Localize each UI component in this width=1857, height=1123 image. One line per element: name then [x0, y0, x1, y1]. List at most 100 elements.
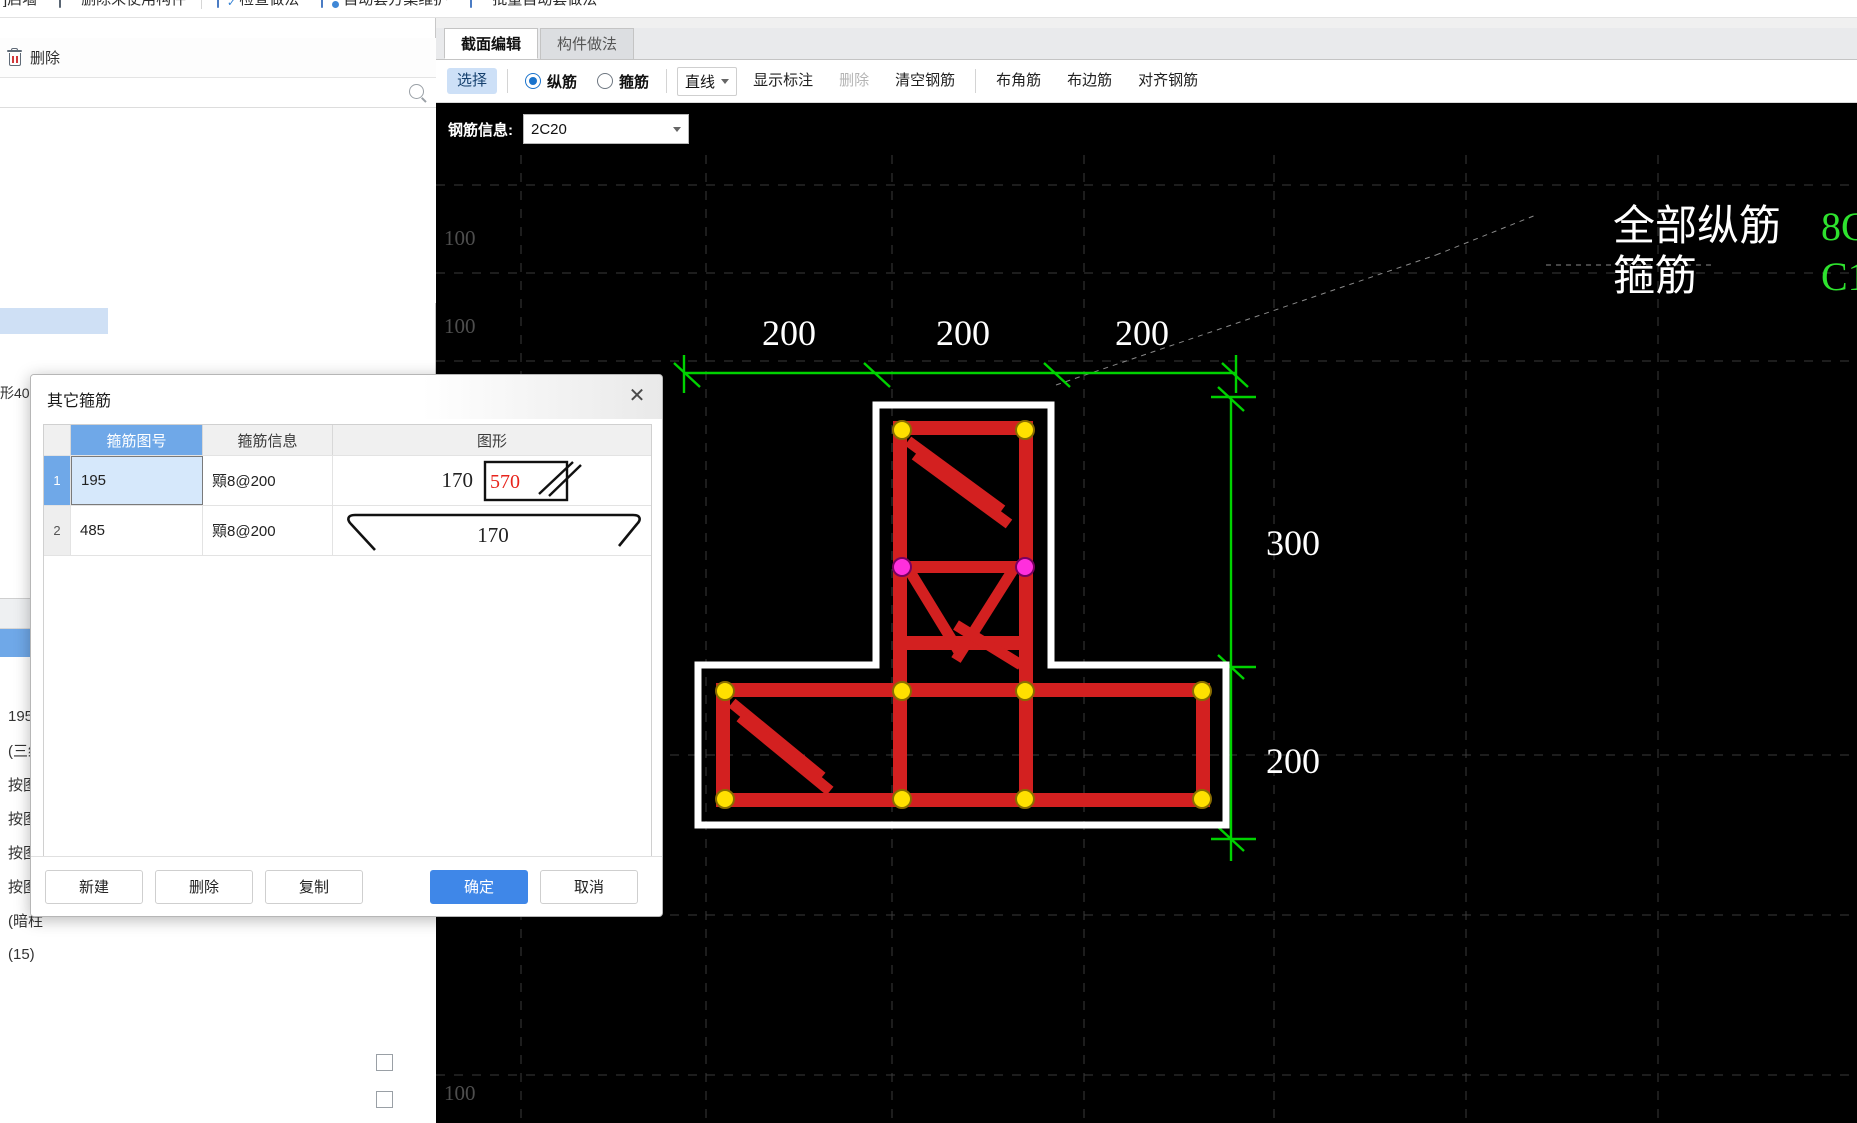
search-icon — [409, 84, 424, 99]
radio-label: 纵筋 — [547, 73, 578, 91]
column-header-stirrup-number[interactable]: 箍筋图号 — [71, 425, 203, 455]
app-root: ]启墙 删除未使用构件 ✓ 检查做法 自动套方案维护 批量自动套做法 — [0, 0, 1857, 1123]
ribbon-label: 删除未使用构件 — [81, 0, 186, 9]
auto-scheme-maintain-icon — [321, 0, 340, 8]
left-search-bar[interactable] — [0, 78, 436, 108]
dialog-title: 其它箍筋 — [47, 393, 112, 410]
batch-auto-method-icon — [470, 0, 487, 8]
shape-label-inner: 170 — [477, 523, 509, 547]
ribbon-item-batch-auto-method[interactable]: 批量自动套做法 — [459, 0, 608, 9]
edge-rebar-button[interactable]: 布边筋 — [1057, 68, 1122, 94]
table-row[interactable]: 1 195 䫤8@200 170 570 — [44, 455, 651, 505]
corner-rebar-button[interactable]: 布角筋 — [986, 68, 1051, 94]
delete-unused-icon — [59, 0, 76, 8]
ribbon-fragment: ]启墙 — [0, 0, 48, 9]
rebar-info-row: 钢筋信息: 2C20 — [436, 103, 1857, 155]
close-icon[interactable]: ✕ — [624, 384, 650, 410]
ok-button[interactable]: 确定 — [430, 869, 528, 904]
svg-text:200: 200 — [762, 313, 816, 353]
shape-diagram-1: 170 570 — [442, 460, 582, 501]
svg-text:箍筋: 箍筋 — [1613, 254, 1697, 300]
svg-text:8C16+4C14: 8C16+4C14 — [1821, 204, 1857, 249]
delete-button[interactable]: 删除 — [155, 869, 253, 904]
radio-stirrup-rebar[interactable]: 箍筋 — [597, 71, 649, 92]
shape-label-inner: 570 — [490, 471, 520, 493]
delete-button: 删除 — [839, 72, 870, 89]
column-header-stirrup-info[interactable]: 箍筋信息 — [203, 425, 333, 455]
ribbon-label: 自动套方案维护 — [343, 0, 448, 9]
ribbon-fragment-label: ]启墙 — [3, 0, 37, 9]
tab-section-edit[interactable]: 截面编辑 — [444, 28, 539, 59]
line-mode-dropdown[interactable]: 直线 — [677, 66, 738, 96]
radio-on-icon — [525, 73, 542, 89]
tab-strip: 截面编辑 构件做法 — [436, 28, 1857, 60]
toolbar-divider — [507, 69, 509, 93]
cell-stirrup-info[interactable]: 䫤8@200 — [203, 456, 333, 505]
clear-rebar-button[interactable]: 清空钢筋 — [885, 68, 965, 94]
svg-text:200: 200 — [1115, 313, 1169, 353]
show-dimension-button[interactable]: 显示标注 — [743, 68, 823, 94]
radio-label: 箍筋 — [619, 73, 650, 91]
toolbar-divider — [666, 69, 668, 93]
cell-stirrup-number[interactable]: 195 — [71, 456, 203, 505]
property-selected-header — [0, 629, 30, 657]
align-rebar-button[interactable]: 对齐钢筋 — [1128, 68, 1208, 94]
edit-toolbar: 选择 纵筋 箍筋 直线 显示标注 删除 清空钢筋 布角筋 布边筋 对齐钢筋 — [436, 60, 1857, 103]
dialog-footer: 新建 删除 复制 确定 取消 — [31, 856, 662, 916]
row-checkbox[interactable] — [376, 1054, 393, 1071]
checkbox-column — [376, 1054, 393, 1123]
chevron-down-icon — [673, 126, 681, 132]
new-button[interactable]: 新建 — [45, 869, 143, 904]
tab-component-method[interactable]: 构件做法 — [540, 28, 635, 59]
property-header-cell — [0, 599, 30, 629]
stirrups-table: 箍筋图号 箍筋信息 图形 1 195 䫤8@200 170 570 2 485 … — [43, 424, 652, 874]
table-row[interactable]: 2 485 䫤8@200 170 — [44, 505, 651, 555]
shape-label-left: 170 — [442, 468, 474, 492]
row-index: 2 — [44, 506, 71, 555]
ribbon-item-auto-scheme[interactable]: 自动套方案维护 — [310, 0, 459, 9]
check-method-icon: ✓ — [217, 0, 236, 9]
svg-text:全部纵筋: 全部纵筋 — [1613, 203, 1781, 250]
trash-icon — [6, 47, 23, 67]
cell-stirrup-info[interactable]: 䫤8@200 — [203, 506, 333, 555]
chevron-down-icon — [721, 78, 730, 84]
column-header-index — [44, 425, 71, 455]
table-empty-area — [44, 555, 651, 873]
left-selected-row[interactable] — [0, 308, 108, 334]
left-toolbar: 删除 — [0, 38, 436, 78]
select-tool-button[interactable]: 选择 — [447, 68, 498, 94]
radio-off-icon — [597, 73, 614, 89]
left-tree-area — [0, 108, 436, 303]
row-checkbox[interactable] — [376, 1091, 393, 1108]
ribbon-label: 检查做法 — [239, 0, 299, 9]
ribbon-strip: ]启墙 删除未使用构件 ✓ 检查做法 自动套方案维护 批量自动套做法 — [0, 0, 1857, 18]
cell-shape: 170 570 — [333, 456, 651, 505]
radio-longitudinal-rebar[interactable]: 纵筋 — [525, 71, 577, 92]
cancel-button[interactable]: 取消 — [540, 869, 638, 904]
row-index: 1 — [44, 456, 71, 505]
svg-text:100: 100 — [444, 314, 476, 338]
table-header-row: 箍筋图号 箍筋信息 图形 — [44, 425, 651, 455]
dialog-header: 其它箍筋 ✕ — [31, 375, 662, 420]
left-delete-button[interactable]: 删除 — [30, 47, 60, 68]
shape-diagram-2: 170 — [347, 513, 641, 551]
svg-text:C10@200: C10@200 — [1821, 254, 1857, 299]
svg-text:200: 200 — [936, 313, 990, 353]
ribbon-item-check-method[interactable]: ✓ 检查做法 — [206, 0, 310, 9]
line-mode-label: 直线 — [685, 73, 716, 91]
rebar-info-label: 钢筋信息: — [448, 121, 513, 139]
svg-text:100: 100 — [444, 226, 476, 250]
svg-text:100: 100 — [444, 1081, 476, 1105]
ribbon-divider — [201, 0, 203, 9]
rebar-info-input[interactable]: 2C20 — [523, 114, 689, 144]
toolbar-divider — [975, 69, 977, 93]
other-stirrups-dialog: 其它箍筋 ✕ 箍筋图号 箍筋信息 图形 1 195 䫤8@200 170 570 — [30, 374, 663, 917]
list-item[interactable]: (15) — [0, 937, 436, 971]
ribbon-item-delete-unused[interactable]: 删除未使用构件 — [48, 0, 197, 9]
ribbon-label: 批量自动套做法 — [492, 0, 597, 9]
svg-text:300: 300 — [1266, 523, 1320, 563]
cell-shape: 170 — [333, 506, 651, 555]
cell-stirrup-number[interactable]: 485 — [71, 506, 203, 555]
copy-button[interactable]: 复制 — [265, 869, 363, 904]
column-header-shape[interactable]: 图形 — [333, 425, 651, 455]
